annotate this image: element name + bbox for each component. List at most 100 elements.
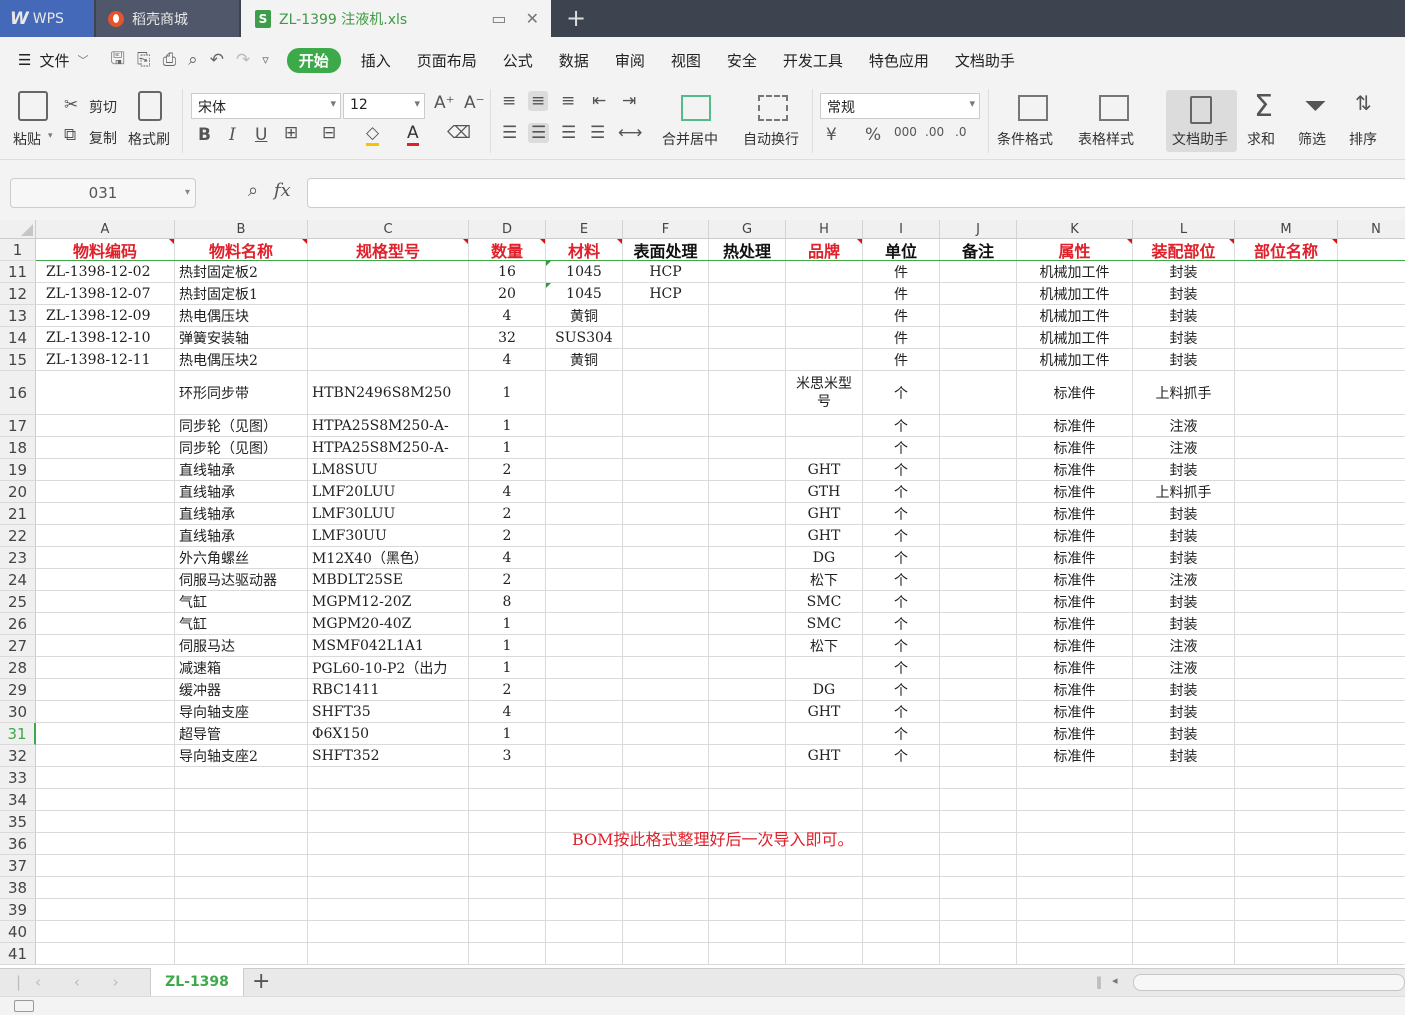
cell-j33[interactable] <box>940 767 1017 789</box>
cell-n41[interactable] <box>1338 943 1405 965</box>
cell-f38[interactable] <box>623 877 709 899</box>
copy-button[interactable]: 复制 <box>89 128 117 148</box>
cell-b11[interactable]: 热封固定板2 <box>175 261 308 283</box>
column-header-b[interactable]: B <box>175 220 308 239</box>
cell-j37[interactable] <box>940 855 1017 877</box>
cell-i19[interactable]: 个 <box>863 459 940 481</box>
cell-d15[interactable]: 4 <box>469 349 546 371</box>
cell-h11[interactable] <box>786 261 863 283</box>
cell-k37[interactable] <box>1017 855 1133 877</box>
redo-icon[interactable]: ↷ <box>236 50 250 70</box>
cell-m31[interactable] <box>1235 723 1338 745</box>
header-cell-j[interactable]: 备注 <box>940 239 1017 261</box>
cell-m12[interactable] <box>1235 283 1338 305</box>
filter-button[interactable]: 筛选 <box>1298 129 1326 149</box>
column-header-f[interactable]: F <box>623 220 709 239</box>
header-cell-h[interactable]: 品牌 <box>786 239 863 261</box>
cell-i25[interactable]: 个 <box>863 591 940 613</box>
cell-l22[interactable]: 封装 <box>1133 525 1235 547</box>
horizontal-scrollbar[interactable] <box>1133 974 1405 991</box>
cell-b18[interactable]: 同步轮（见图） <box>175 437 308 459</box>
cell-b13[interactable]: 热电偶压块 <box>175 305 308 327</box>
cell-f11[interactable]: HCP <box>623 261 709 283</box>
cell-b35[interactable] <box>175 811 308 833</box>
print-preview-icon[interactable]: ⌕ <box>188 50 198 70</box>
cell-f27[interactable] <box>623 635 709 657</box>
cell-i20[interactable]: 个 <box>863 481 940 503</box>
cell-g41[interactable] <box>709 943 786 965</box>
cell-c36[interactable] <box>308 833 469 855</box>
cell-g33[interactable] <box>709 767 786 789</box>
format-painter-button[interactable]: 格式刷 <box>128 129 170 149</box>
cell-d41[interactable] <box>469 943 546 965</box>
fill-color-icon[interactable]: ◇ <box>366 123 380 146</box>
indent-decrease-icon[interactable]: ⇤ <box>592 91 606 111</box>
cell-c27[interactable]: MSMF042L1A1 <box>308 635 469 657</box>
cell-c22[interactable]: LMF30UU <box>308 525 469 547</box>
cell-n23[interactable] <box>1338 547 1405 569</box>
cell-d31[interactable]: 1 <box>469 723 546 745</box>
cell-m29[interactable] <box>1235 679 1338 701</box>
cell-g15[interactable] <box>709 349 786 371</box>
cell-n14[interactable] <box>1338 327 1405 349</box>
cell-i13[interactable]: 件 <box>863 305 940 327</box>
cell-b26[interactable]: 气缸 <box>175 613 308 635</box>
cell-l17[interactable]: 注液 <box>1133 415 1235 437</box>
cell-j28[interactable] <box>940 657 1017 679</box>
justify-icon[interactable]: ☰ <box>590 123 605 143</box>
header-cell-n[interactable] <box>1338 239 1405 261</box>
cell-k21[interactable]: 标准件 <box>1017 503 1133 525</box>
cell-l39[interactable] <box>1133 899 1235 921</box>
row-header-11[interactable]: 11 <box>0 261 36 283</box>
cell-c16[interactable]: HTBN2496S8M250 <box>308 371 469 415</box>
cell-k39[interactable] <box>1017 899 1133 921</box>
cell-g20[interactable] <box>709 481 786 503</box>
row-header-20[interactable]: 20 <box>0 481 36 503</box>
row-header-15[interactable]: 15 <box>0 349 36 371</box>
cell-d21[interactable]: 2 <box>469 503 546 525</box>
number-format-select[interactable]: 常规 <box>820 93 980 119</box>
cell-i32[interactable]: 个 <box>863 745 940 767</box>
column-header-e[interactable]: E <box>546 220 623 239</box>
cell-h18[interactable] <box>786 437 863 459</box>
cell-h32[interactable]: GHT <box>786 745 863 767</box>
cell-b27[interactable]: 伺服马达 <box>175 635 308 657</box>
cell-c37[interactable] <box>308 855 469 877</box>
cell-d24[interactable]: 2 <box>469 569 546 591</box>
cell-k30[interactable]: 标准件 <box>1017 701 1133 723</box>
cell-n38[interactable] <box>1338 877 1405 899</box>
cell-c30[interactable]: SHFT35 <box>308 701 469 723</box>
cell-l14[interactable]: 封装 <box>1133 327 1235 349</box>
cell-b30[interactable]: 导向轴支座 <box>175 701 308 723</box>
cell-k17[interactable]: 标准件 <box>1017 415 1133 437</box>
cell-j40[interactable] <box>940 921 1017 943</box>
cell-b34[interactable] <box>175 789 308 811</box>
cell-e32[interactable] <box>546 745 623 767</box>
cell-n18[interactable] <box>1338 437 1405 459</box>
auto-wrap-button[interactable]: 自动换行 <box>743 129 799 149</box>
menu-item-0[interactable]: 开始 <box>286 47 341 73</box>
header-cell-i[interactable]: 单位 <box>863 239 940 261</box>
cell-m22[interactable] <box>1235 525 1338 547</box>
cell-f39[interactable] <box>623 899 709 921</box>
cell-j18[interactable] <box>940 437 1017 459</box>
cell-c11[interactable] <box>308 261 469 283</box>
cell-n13[interactable] <box>1338 305 1405 327</box>
row-header-35[interactable]: 35 <box>0 811 36 833</box>
cell-m21[interactable] <box>1235 503 1338 525</box>
cell-m35[interactable] <box>1235 811 1338 833</box>
cell-g14[interactable] <box>709 327 786 349</box>
new-tab-button[interactable]: + <box>566 4 586 32</box>
cell-n28[interactable] <box>1338 657 1405 679</box>
cell-j39[interactable] <box>940 899 1017 921</box>
cell-f18[interactable] <box>623 437 709 459</box>
cell-d14[interactable]: 32 <box>469 327 546 349</box>
scroll-left-icon[interactable]: ◂ <box>1112 974 1118 987</box>
cell-i26[interactable]: 个 <box>863 613 940 635</box>
cell-b32[interactable]: 导向轴支座2 <box>175 745 308 767</box>
cell-k40[interactable] <box>1017 921 1133 943</box>
cell-k15[interactable]: 机械加工件 <box>1017 349 1133 371</box>
cell-j29[interactable] <box>940 679 1017 701</box>
cell-a14[interactable]: ZL-1398-12-10 <box>36 327 175 349</box>
cell-n25[interactable] <box>1338 591 1405 613</box>
